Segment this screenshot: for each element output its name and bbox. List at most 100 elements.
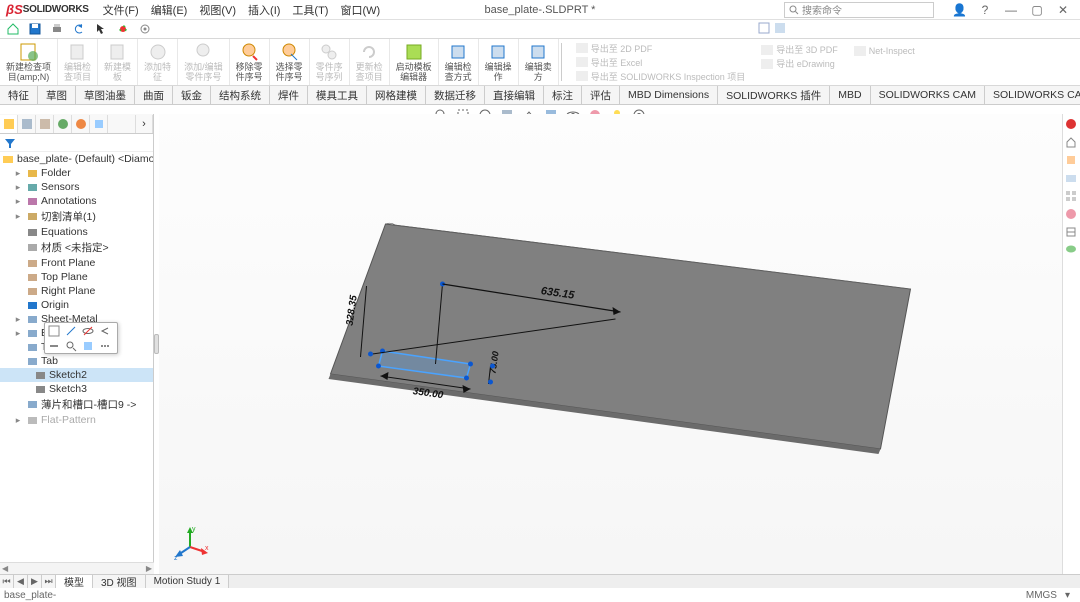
panel-more-tab[interactable]: › bbox=[135, 115, 153, 133]
ribbon-edit-method[interactable]: 编辑检 查方式 bbox=[439, 39, 479, 85]
tab-evaluate[interactable]: 评估 bbox=[582, 86, 620, 104]
tab-weldments[interactable]: 焊件 bbox=[270, 86, 308, 104]
undo-icon[interactable] bbox=[72, 22, 86, 36]
view-triad[interactable]: y x z bbox=[170, 522, 210, 562]
tab-direct-edit[interactable]: 直接编辑 bbox=[485, 86, 544, 104]
ctx-rollback[interactable] bbox=[97, 324, 113, 338]
tree-expand-icon[interactable]: ▸ bbox=[13, 196, 23, 207]
tab-annotate[interactable]: 标注 bbox=[544, 86, 582, 104]
tab-mesh[interactable]: 网格建模 bbox=[367, 86, 426, 104]
login-icon[interactable]: 👤 bbox=[952, 3, 966, 17]
bottom-tab-model[interactable]: 模型 bbox=[56, 575, 93, 588]
tree-expand-icon[interactable]: ▸ bbox=[13, 314, 23, 325]
tree-expand-icon[interactable]: ▸ bbox=[13, 211, 23, 222]
menu-view[interactable]: 视图(V) bbox=[199, 2, 236, 18]
status-arrow-icon[interactable]: ▾ bbox=[1065, 590, 1070, 601]
options-icon[interactable] bbox=[138, 22, 152, 36]
tree-item-6[interactable]: Front Plane bbox=[0, 256, 153, 270]
menu-insert[interactable]: 插入(I) bbox=[248, 2, 280, 18]
ribbon-new-inspection[interactable]: 新建检查项 目(amp;N) bbox=[0, 39, 58, 85]
taskpane-design-lib-icon[interactable] bbox=[1065, 154, 1079, 168]
ctx-normal-to[interactable] bbox=[80, 339, 96, 353]
bottom-next-icon[interactable]: ▶ bbox=[28, 575, 42, 588]
tree-item-3[interactable]: ▸ 切割清单(1) bbox=[0, 208, 153, 225]
taskpane-custom-props-icon[interactable] bbox=[1065, 226, 1079, 240]
status-units[interactable]: MMGS bbox=[1026, 590, 1057, 601]
tree-item-17[interactable]: ▸ Flat-Pattern bbox=[0, 413, 153, 427]
export-3d-pdf[interactable]: 导出至 3D PDF bbox=[761, 43, 838, 56]
tree-item-15[interactable]: Sketch3 bbox=[0, 382, 153, 396]
taskpane-home-icon[interactable] bbox=[1065, 118, 1079, 132]
panel-icon-1[interactable] bbox=[758, 22, 770, 34]
ctx-edit-sketch[interactable] bbox=[46, 324, 62, 338]
export-excel[interactable]: 导出至 Excel bbox=[576, 56, 746, 69]
config-manager-tab[interactable] bbox=[36, 115, 54, 133]
left-panel-hscroll[interactable]: ◀▶ bbox=[0, 562, 154, 574]
ribbon-edit-vendor[interactable]: 编辑卖 方 bbox=[519, 39, 559, 85]
minimize-icon[interactable]: — bbox=[1004, 3, 1018, 17]
tree-item-1[interactable]: ▸ Sensors bbox=[0, 180, 153, 194]
tree-root[interactable]: base_plate- (Default) <Diamond T bbox=[0, 152, 153, 166]
property-manager-tab[interactable] bbox=[18, 115, 36, 133]
tab-data-migration[interactable]: 数据迁移 bbox=[426, 86, 485, 104]
tab-surfaces[interactable]: 曲面 bbox=[135, 86, 173, 104]
menu-tools[interactable]: 工具(T) bbox=[292, 2, 328, 18]
bottom-tab-3dview[interactable]: 3D 视图 bbox=[93, 575, 146, 588]
tab-features[interactable]: 特征 bbox=[0, 86, 38, 104]
bottom-prev-icon[interactable]: ◀ bbox=[14, 575, 28, 588]
tab-sketch[interactable]: 草图 bbox=[38, 86, 76, 104]
feature-tree-tab[interactable] bbox=[0, 115, 18, 133]
tree-item-7[interactable]: Top Plane bbox=[0, 270, 153, 284]
taskpane-file-explorer-icon[interactable] bbox=[1065, 172, 1079, 186]
ribbon-remove-balloon[interactable]: 移除零 件序号 bbox=[230, 39, 270, 85]
help-icon[interactable]: ? bbox=[978, 3, 992, 17]
dimxpert-tab[interactable] bbox=[54, 115, 72, 133]
export-edrawing[interactable]: 导出 eDrawing bbox=[761, 57, 838, 70]
tab-mbd-dim[interactable]: MBD Dimensions bbox=[620, 86, 718, 104]
tree-item-5[interactable]: 材质 <未指定> bbox=[0, 239, 153, 256]
search-commands[interactable]: 搜索命令 bbox=[784, 2, 934, 18]
tab-sketch-ink[interactable]: 草图油墨 bbox=[76, 86, 135, 104]
tree-item-9[interactable]: Origin bbox=[0, 298, 153, 312]
export-2d-pdf[interactable]: 导出至 2D PDF bbox=[576, 42, 746, 55]
ribbon-select-balloon[interactable]: 选择零 件序号 bbox=[270, 39, 310, 85]
ribbon-edit-operation[interactable]: 编辑操 作 bbox=[479, 39, 519, 85]
tree-expand-icon[interactable]: ▸ bbox=[13, 182, 23, 193]
tab-structure[interactable]: 结构系统 bbox=[211, 86, 270, 104]
display-manager-tab[interactable] bbox=[72, 115, 90, 133]
tree-item-0[interactable]: ▸ Folder bbox=[0, 166, 153, 180]
filter-icon[interactable] bbox=[4, 137, 16, 149]
tree-item-4[interactable]: Equations bbox=[0, 225, 153, 239]
export-inspection-project[interactable]: 导出至 SOLIDWORKS Inspection 项目 bbox=[576, 70, 746, 83]
bottom-last-icon[interactable]: ⏭ bbox=[42, 575, 56, 588]
ctx-hide[interactable] bbox=[80, 324, 96, 338]
ctx-suppress[interactable] bbox=[46, 339, 62, 353]
tab-sheetmetal[interactable]: 钣金 bbox=[173, 86, 211, 104]
tree-item-13[interactable]: Tab bbox=[0, 354, 153, 368]
menu-window[interactable]: 窗口(W) bbox=[340, 2, 380, 18]
select-icon[interactable] bbox=[94, 22, 108, 36]
ctx-edit-feature[interactable] bbox=[63, 324, 79, 338]
taskpane-forum-icon[interactable] bbox=[1065, 244, 1079, 258]
tree-item-8[interactable]: Right Plane bbox=[0, 284, 153, 298]
tree-expand-icon[interactable]: ▸ bbox=[13, 415, 23, 426]
tab-mbd[interactable]: MBD bbox=[830, 86, 870, 104]
ribbon-template-editor[interactable]: 启动模板 编辑器 bbox=[390, 39, 439, 85]
tab-mold[interactable]: 模具工具 bbox=[308, 86, 367, 104]
tree-expand-icon[interactable]: ▸ bbox=[13, 168, 23, 179]
tree-item-16[interactable]: 薄片和槽口-槽口9 -> bbox=[0, 396, 153, 413]
net-inspect[interactable]: Net-Inspect bbox=[854, 46, 915, 56]
tab-cam-tbm[interactable]: SOLIDWORKS CAM TBM bbox=[985, 86, 1080, 104]
tree-expand-icon[interactable]: ▸ bbox=[13, 328, 23, 339]
menu-edit[interactable]: 编辑(E) bbox=[151, 2, 188, 18]
graphics-area[interactable]: 635.15 328.35 350.00 75.00 bbox=[159, 114, 1062, 574]
taskpane-appearances-icon[interactable] bbox=[1065, 208, 1079, 222]
panel-icon-2[interactable] bbox=[774, 22, 786, 34]
tree-item-2[interactable]: ▸ Annotations bbox=[0, 194, 153, 208]
tree-item-14[interactable]: Sketch2 bbox=[0, 368, 153, 382]
bottom-tab-motion[interactable]: Motion Study 1 bbox=[146, 575, 230, 588]
cam-tree-tab[interactable] bbox=[90, 115, 108, 133]
tab-cam[interactable]: SOLIDWORKS CAM bbox=[871, 86, 985, 104]
maximize-icon[interactable]: ▢ bbox=[1030, 3, 1044, 17]
ctx-more[interactable] bbox=[97, 339, 113, 353]
